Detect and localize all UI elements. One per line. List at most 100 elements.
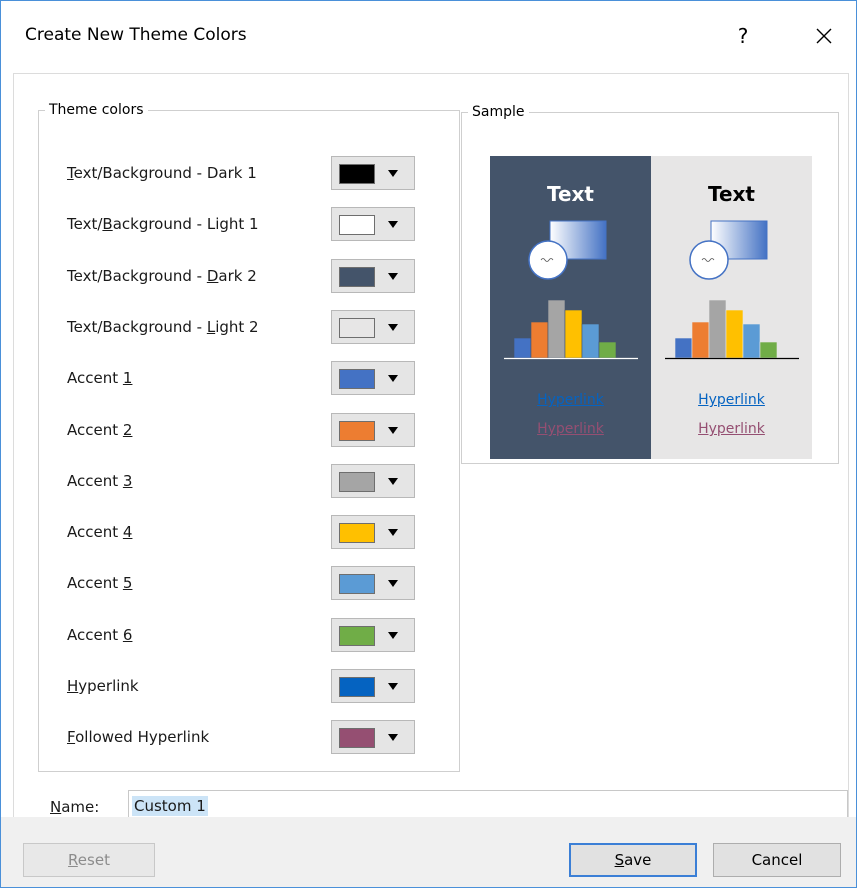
theme-color-label: Accent 5	[67, 574, 132, 592]
color-picker-button[interactable]	[331, 310, 415, 344]
sample-bar	[691, 321, 710, 359]
color-swatch	[339, 626, 375, 646]
color-swatch	[339, 574, 375, 594]
dropdown-arrow-icon	[388, 221, 398, 228]
theme-color-row: Text/Background - Light 1	[67, 207, 447, 243]
color-picker-button[interactable]	[331, 361, 415, 395]
dropdown-arrow-icon	[388, 427, 398, 434]
label-suffix: ight 2	[215, 318, 259, 336]
sample-bar	[708, 299, 727, 359]
theme-color-label: Hyperlink	[67, 677, 139, 695]
name-input-value: Custom 1	[132, 796, 208, 816]
save-button[interactable]: Save	[569, 843, 697, 877]
sample-circle	[689, 240, 729, 280]
sample-light-followed-hyperlink: Hyperlink	[698, 421, 765, 437]
dropdown-arrow-icon	[388, 170, 398, 177]
sample-dark-followed-hyperlink: Hyperlink	[537, 421, 604, 437]
label-prefix: Text/Background -	[67, 318, 207, 336]
label-access-key: 5	[122, 574, 133, 592]
cancel-button[interactable]: Cancel	[713, 843, 841, 877]
color-picker-button[interactable]	[331, 669, 415, 703]
theme-color-label: Text/Background - Dark 2	[67, 267, 257, 285]
color-swatch	[339, 164, 375, 184]
sample-group: Sample Text Hyperlink Hyperlink Text Hyp…	[461, 104, 839, 464]
theme-color-label: Accent 6	[67, 626, 132, 644]
color-picker-button[interactable]	[331, 566, 415, 600]
sample-bar	[581, 323, 600, 359]
theme-color-row: Accent 2	[67, 413, 447, 449]
close-icon	[816, 28, 832, 44]
label-access-key: H	[67, 677, 79, 695]
label-prefix: Accent	[67, 421, 123, 439]
color-swatch	[339, 215, 375, 235]
close-button[interactable]	[807, 19, 841, 53]
sample-dark-hyperlink: Hyperlink	[537, 392, 604, 408]
dialog-footer: Reset Save Cancel	[1, 817, 856, 887]
sample-preview: Text Hyperlink Hyperlink Text Hyperlink …	[490, 156, 812, 459]
color-swatch	[339, 677, 375, 697]
sample-circle	[528, 240, 568, 280]
sample-bar	[564, 309, 583, 359]
dropdown-arrow-icon	[388, 375, 398, 382]
label-suffix: ackground - Light 1	[112, 215, 259, 233]
reset-rest: eset	[77, 851, 110, 869]
theme-color-row: Accent 3	[67, 464, 447, 500]
sample-bar	[530, 321, 549, 359]
dialog-title: Create New Theme Colors	[25, 25, 247, 45]
theme-color-label: Text/Background - Light 2	[67, 318, 259, 336]
label-suffix: ark 2	[218, 267, 257, 285]
theme-color-row: Accent 1	[67, 361, 447, 397]
label-prefix: Text/	[67, 215, 103, 233]
label-access-key: T	[67, 164, 74, 182]
label-access-key: L	[206, 318, 216, 336]
reset-button[interactable]: Reset	[23, 843, 155, 877]
color-picker-button[interactable]	[331, 156, 415, 190]
label-prefix: Accent	[67, 626, 123, 644]
name-label: Name:	[50, 798, 99, 816]
sample-light-panel: Text Hyperlink Hyperlink	[651, 156, 812, 459]
dropdown-arrow-icon	[388, 683, 398, 690]
color-picker-button[interactable]	[331, 207, 415, 241]
label-access-key: 6	[122, 626, 133, 644]
label-prefix: Accent	[67, 369, 123, 387]
theme-color-row: Text/Background - Light 2	[67, 310, 447, 346]
sample-legend: Sample	[472, 104, 525, 120]
help-button[interactable]: ?	[728, 19, 758, 53]
sample-bar	[598, 341, 617, 359]
sample-bar	[742, 323, 761, 359]
create-theme-colors-dialog: Create New Theme Colors ? Theme colors T…	[0, 0, 857, 888]
color-picker-button[interactable]	[331, 259, 415, 293]
label-access-key: 2	[122, 421, 133, 439]
label-access-key: 1	[122, 369, 133, 387]
save-key: S	[614, 851, 625, 869]
sample-dark-panel: Text Hyperlink Hyperlink	[490, 156, 651, 459]
dropdown-arrow-icon	[388, 529, 398, 536]
color-picker-button[interactable]	[331, 413, 415, 447]
sample-bar	[725, 309, 744, 359]
theme-color-label: Accent 1	[67, 369, 132, 387]
theme-color-label: Text/Background - Light 1	[67, 215, 259, 233]
theme-color-row: Accent 5	[67, 566, 447, 602]
color-swatch	[339, 369, 375, 389]
theme-color-row: Hyperlink	[67, 669, 447, 705]
theme-color-row: Accent 4	[67, 515, 447, 551]
theme-colors-legend: Theme colors	[49, 102, 144, 118]
label-prefix: Accent	[67, 574, 123, 592]
name-label-rest: ame:	[61, 798, 100, 816]
color-swatch	[339, 728, 375, 748]
color-swatch	[339, 472, 375, 492]
sample-light-hyperlink: Hyperlink	[698, 392, 765, 408]
theme-color-label: Accent 2	[67, 421, 132, 439]
color-picker-button[interactable]	[331, 515, 415, 549]
label-access-key: D	[206, 267, 219, 285]
color-picker-button[interactable]	[331, 720, 415, 754]
label-prefix: Accent	[67, 523, 123, 541]
dropdown-arrow-icon	[388, 632, 398, 639]
color-picker-button[interactable]	[331, 464, 415, 498]
color-picker-button[interactable]	[331, 618, 415, 652]
title-bar: Create New Theme Colors ?	[1, 1, 856, 73]
dropdown-arrow-icon	[388, 478, 398, 485]
color-swatch	[339, 318, 375, 338]
label-access-key: B	[102, 215, 113, 233]
color-swatch	[339, 523, 375, 543]
